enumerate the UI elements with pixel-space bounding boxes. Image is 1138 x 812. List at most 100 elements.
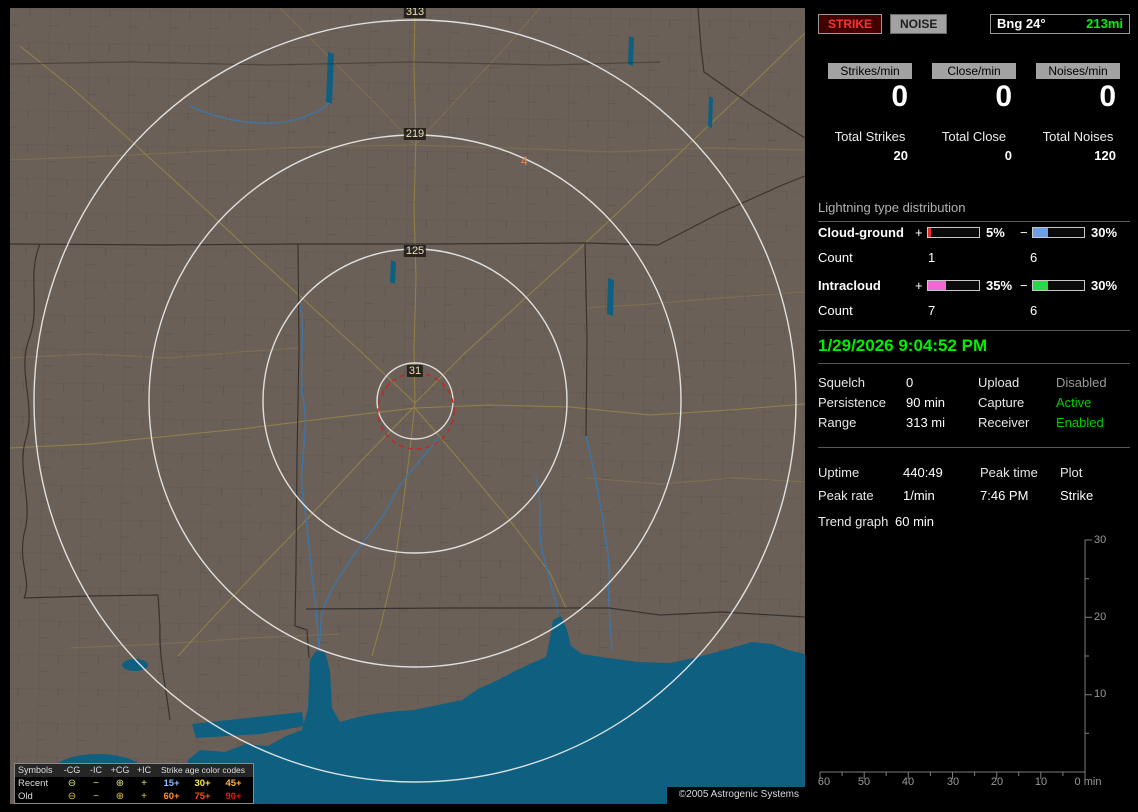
upload-status: Disabled (1056, 374, 1107, 390)
status-row: Range 313 mi Receiver Enabled (818, 412, 1130, 432)
capture-status: Active (1056, 394, 1092, 410)
count-label: Count (818, 303, 853, 318)
trend-x-tick: 50 (857, 776, 871, 788)
age-code: 60+ (163, 791, 180, 802)
age-code: 15+ (163, 778, 180, 789)
map-view[interactable]: 313 219 125 31 4 Symbols -CG -IC +CG +IC… (10, 8, 805, 804)
cg-minus-count: 6 (1029, 250, 1038, 265)
total-labels-row: Total Strikes Total Close Total Noises (818, 129, 1130, 144)
trend-x-tick: 10 (1034, 776, 1048, 788)
neg-cg-symbol-icon: ⊖ (67, 791, 77, 802)
legend-col-neg-ic: -IC (90, 765, 102, 775)
bearing-display: Bng 24° 213mi (990, 14, 1130, 34)
legend-header-row: Symbols -CG -IC +CG +IC Strike age color… (15, 764, 253, 777)
divider (818, 330, 1130, 331)
trend-x-tick: 60 (817, 776, 831, 788)
bearing-value: 213mi (1086, 16, 1123, 31)
trend-y-tick: 10 (1094, 688, 1107, 700)
plot-label: Plot (1060, 465, 1083, 480)
legend-col-pos-cg: +CG (110, 765, 130, 775)
datetime-display: 1/29/2026 9:04:52 PM (818, 336, 988, 355)
pos-cg-symbol-icon: ⊕ (115, 778, 125, 789)
legend-row-label: Old (18, 791, 33, 802)
uptime-value: 440:49 (903, 465, 943, 480)
panel-top-row: STRIKE NOISE Bng 24° 213mi (818, 14, 1130, 34)
stats-grid: Uptime 440:49 Peak time Plot Peak rate 1… (818, 461, 1130, 507)
trend-graph-axes (819, 539, 1092, 779)
cg-minus-bar-fill (1033, 227, 1049, 237)
pos-ic-symbol-icon: + (141, 778, 147, 789)
minus-sign: − (1020, 224, 1028, 240)
neg-cg-symbol-icon: ⊖ (67, 778, 77, 789)
cloud-ground-row: Cloud-ground + 5% − 30% (818, 224, 1130, 240)
squelch-value: 0 (906, 374, 914, 390)
divider (818, 363, 1130, 364)
noise-button[interactable]: NOISE (890, 14, 948, 34)
age-code: 75+ (194, 791, 211, 802)
range-ring-label: 313 (403, 8, 427, 18)
copyright-text: ©2005 Astrogenic Systems (666, 787, 805, 804)
cg-plus-pct: 5% (986, 224, 1005, 240)
pos-ic-symbol-icon: + (141, 791, 147, 802)
age-code: 90+ (225, 791, 242, 802)
total-strikes-value: 20 (893, 148, 908, 163)
legend-old-row: Old ⊖ − ⊕ + 60+ 75+ 90+ (15, 790, 253, 803)
persistence-label: Persistence (818, 394, 886, 410)
strike-button[interactable]: STRIKE (818, 14, 883, 34)
status-row: Persistence 90 min Capture Active (818, 392, 1130, 412)
legend-row-label: Recent (18, 778, 49, 789)
ic-minus-bar (1032, 279, 1085, 291)
total-noises-label: Total Noises (1042, 129, 1114, 144)
trend-graph: 30 20 10 60 50 40 30 20 10 0 min (817, 534, 1130, 796)
range-ring-label: 125 (403, 245, 427, 257)
rate-values-row: 0 0 0 (818, 80, 1130, 114)
total-noises-value: 120 (1094, 148, 1116, 163)
legend-age-header: Strike age color codes (160, 765, 246, 775)
range-label: Range (818, 414, 857, 430)
trend-x-tick: 30 (946, 776, 960, 788)
bearing-label: Bng 24° (997, 16, 1046, 31)
age-code: 45+ (225, 778, 242, 789)
intracloud-row: Intracloud + 35% − 30% (818, 277, 1130, 293)
cloud-ground-label: Cloud-ground (818, 224, 904, 240)
intracloud-label: Intracloud (818, 277, 881, 293)
ic-plus-pct: 35% (986, 277, 1013, 293)
trend-y-tick: 20 (1094, 611, 1107, 623)
receiver-label: Receiver (978, 414, 1030, 430)
peak-rate-value: 1/min (903, 488, 935, 503)
receiver-status: Enabled (1056, 414, 1104, 430)
total-strikes-label: Total Strikes (834, 129, 906, 144)
peak-time-value: 7:46 PM (980, 488, 1029, 503)
capture-label: Capture (978, 394, 1025, 410)
neg-ic-symbol-icon: − (93, 778, 99, 789)
range-value: 313 mi (906, 414, 946, 430)
range-ring-label: 31 (406, 365, 424, 377)
trend-y-tick: 30 (1094, 534, 1107, 546)
cloud-ground-count-row: Count 1 6 (818, 250, 1130, 265)
distribution-title: Lightning type distribution (818, 200, 1130, 222)
legend-col-neg-cg: -CG (63, 765, 81, 775)
trend-x-tick: 40 (901, 776, 915, 788)
minus-sign: − (1020, 277, 1028, 293)
total-close-value: 0 (1004, 148, 1012, 163)
total-values-row: 20 0 120 (818, 148, 1130, 163)
ic-plus-count: 7 (927, 303, 936, 318)
stats-row: Uptime 440:49 Peak time Plot (818, 461, 1130, 484)
close-per-min-label: Close/min (932, 63, 1016, 79)
noises-per-min-label: Noises/min (1036, 63, 1120, 79)
plot-value: Strike (1060, 488, 1094, 503)
ic-plus-bar (927, 279, 980, 291)
trend-graph-header: Trend graph 60 min (818, 514, 1130, 529)
status-grid: Squelch 0 Upload Disabled Persistence 90… (818, 372, 1130, 432)
plus-sign: + (915, 224, 923, 240)
age-code: 30+ (194, 778, 211, 789)
trend-x-tick: 0 min (1074, 776, 1102, 788)
strikes-per-min-value: 0 (891, 80, 908, 113)
noises-per-min-value: 0 (1099, 80, 1116, 113)
peak-rate-label: Peak rate (818, 488, 874, 503)
uptime-label: Uptime (818, 465, 860, 480)
neg-ic-symbol-icon: − (93, 791, 99, 802)
strike-count-marker: 4 (521, 154, 528, 168)
cg-plus-bar (927, 226, 980, 238)
status-row: Squelch 0 Upload Disabled (818, 372, 1130, 392)
